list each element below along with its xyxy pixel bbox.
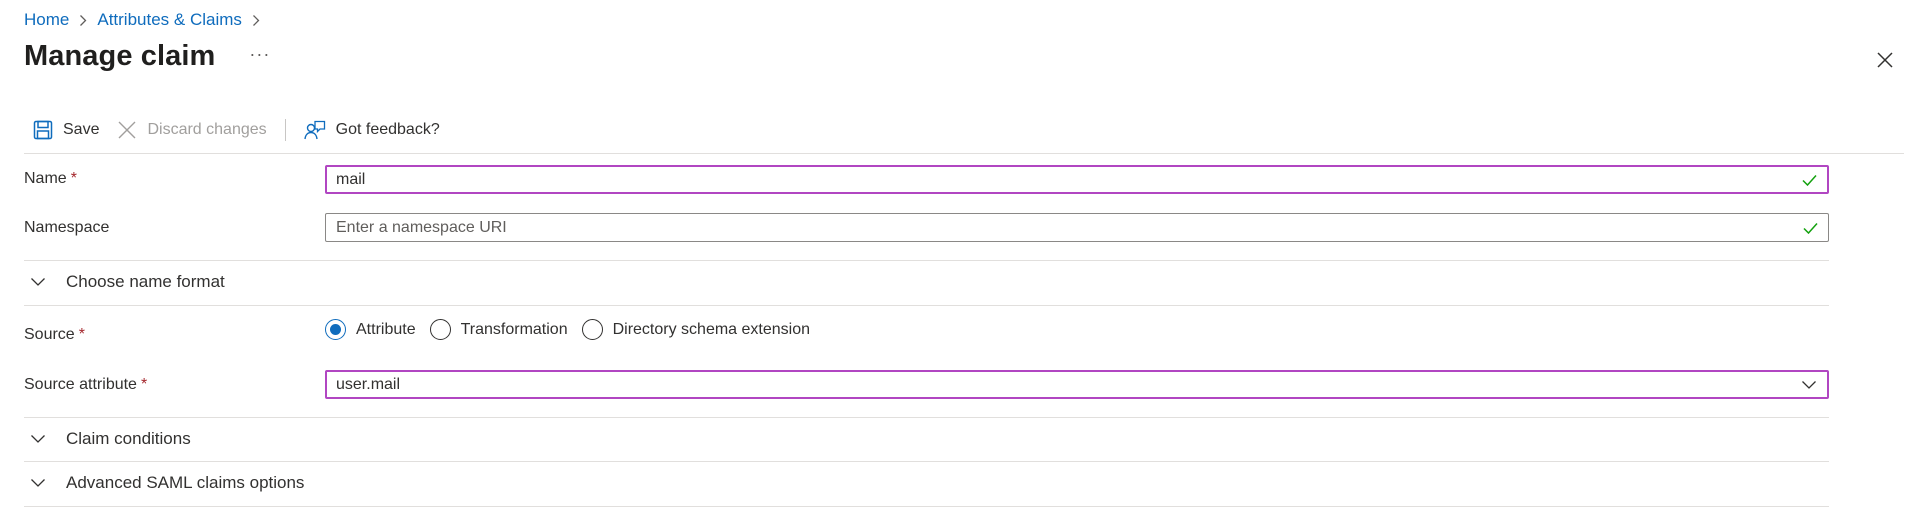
close-icon [1877,52,1893,68]
chevron-right-icon [79,14,87,27]
chevron-down-icon [1801,380,1817,390]
feedback-label: Got feedback? [335,121,440,138]
name-label: Name * [24,170,77,188]
chevron-down-icon [24,434,52,444]
breadcrumb: Home Attributes & Claims [24,10,260,30]
divider [24,461,1829,462]
toolbar-separator [24,153,1904,154]
radio-attribute[interactable]: Attribute [325,319,416,340]
checkmark-icon [1803,222,1818,234]
breadcrumb-home-link[interactable]: Home [24,10,69,30]
radio-unchecked-icon [581,319,603,340]
source-attribute-value: user.mail [336,375,401,393]
command-bar: Save Discard changes Got feedback? [24,118,440,142]
advanced-saml-options-toggle[interactable]: Advanced SAML claims options [24,473,304,493]
radio-directory-schema-extension-label: Directory schema extension [612,320,811,338]
source-attribute-dropdown[interactable]: user.mail [325,370,1829,399]
namespace-placeholder: Enter a namespace URI [336,218,507,236]
divider [24,305,1829,306]
advanced-saml-options-label: Advanced SAML claims options [66,473,305,492]
divider [24,260,1829,261]
radio-transformation-label: Transformation [460,320,568,338]
manage-claim-page: Home Attributes & Claims Manage claim ··… [0,0,1920,511]
divider [24,417,1829,418]
discard-label: Discard changes [147,121,267,138]
radio-unchecked-icon [429,319,451,340]
chevron-right-icon [252,14,260,27]
save-label: Save [63,121,100,138]
radio-transformation[interactable]: Transformation [429,319,568,340]
title-row: Manage claim ··· [24,40,274,73]
choose-name-format-label: Choose name format [66,272,225,291]
required-marker: * [78,326,85,343]
source-label-text: Source [24,326,75,343]
required-marker: * [70,170,77,187]
discard-icon [117,120,137,140]
namespace-field[interactable]: Enter a namespace URI [325,213,1829,242]
checkmark-icon [1802,174,1817,186]
toolbar-divider [284,119,286,141]
chevron-down-icon [24,277,52,287]
name-field-value: mail [336,170,366,188]
radio-directory-schema-extension[interactable]: Directory schema extension [581,319,811,340]
chevron-down-icon [24,478,52,488]
source-attribute-label-text: Source attribute [24,376,137,393]
name-field[interactable]: mail [325,165,1829,194]
name-label-text: Name [24,170,67,187]
feedback-icon [303,120,326,140]
required-marker: * [140,376,148,393]
save-icon [33,120,53,140]
claim-conditions-toggle[interactable]: Claim conditions [24,429,191,449]
source-attribute-label: Source attribute * [24,376,147,394]
divider [24,506,1829,507]
more-options-button[interactable]: ··· [245,44,274,65]
source-radio-group: Attribute Transformation Directory schem… [325,319,824,340]
claim-conditions-label: Claim conditions [66,429,191,448]
radio-checked-icon [325,319,346,340]
choose-name-format-toggle[interactable]: Choose name format [24,272,225,292]
breadcrumb-attributes-claims-link[interactable]: Attributes & Claims [97,10,242,30]
page-title: Manage claim [24,40,216,72]
source-label: Source * [24,326,85,344]
feedback-button[interactable]: Got feedback? [303,120,440,140]
namespace-label: Namespace [24,219,110,236]
save-button[interactable]: Save [33,120,99,140]
discard-changes-button[interactable]: Discard changes [117,120,267,140]
close-button[interactable] [1873,48,1897,72]
radio-attribute-label: Attribute [356,320,416,338]
